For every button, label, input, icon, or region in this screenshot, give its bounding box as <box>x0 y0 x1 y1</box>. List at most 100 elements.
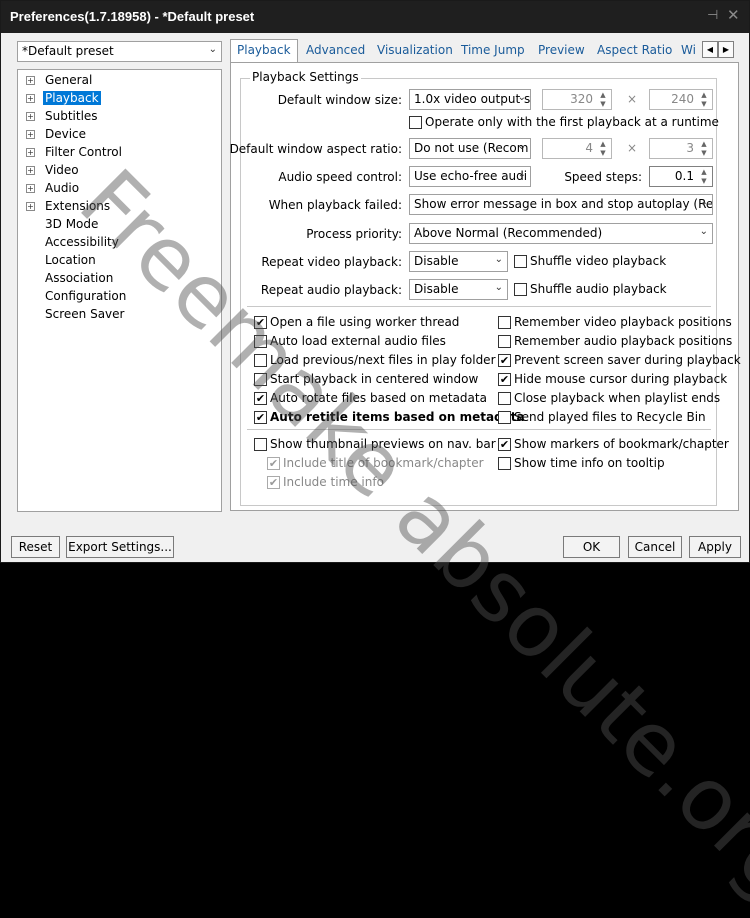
aspect-ratio-value: Do not use (Recom <box>414 141 529 155</box>
window-title: Preferences(1.7.18958) - *Default preset <box>10 9 255 24</box>
tree-item-label: Location <box>45 253 96 267</box>
spin-arrows-icon[interactable]: ▲ ▼ <box>698 168 710 186</box>
repeat-audio-dropdown[interactable]: Disable ⌄ <box>409 279 508 300</box>
checkbox-box[interactable] <box>514 283 527 296</box>
checkbox-box[interactable] <box>254 354 267 367</box>
tree-item-label: Configuration <box>45 289 127 303</box>
checkbox-label: Include title of bookmark/chapter <box>283 456 484 470</box>
checkbox-label: Show time info on tooltip <box>514 456 665 470</box>
checkbox-label: Auto retitle items based on metadata <box>270 410 525 424</box>
expand-icon[interactable]: + <box>26 148 35 157</box>
reset-button[interactable]: Reset <box>11 536 60 558</box>
export-settings-button[interactable]: Export Settings... <box>66 536 174 558</box>
window-width-spinner[interactable]: 320 ▲ ▼ <box>542 89 612 110</box>
checkbox-label: Remember audio playback positions <box>514 334 733 348</box>
tab-partial[interactable]: Wi <box>681 43 696 57</box>
checkbox-box[interactable] <box>254 438 267 451</box>
checkbox-label: Show markers of bookmark/chapter <box>514 437 729 451</box>
playback-failed-value: Show error message in box and stop autop… <box>414 197 713 211</box>
chevron-down-icon: ⌄ <box>517 141 526 152</box>
spin-arrows-icon[interactable]: ▲ ▼ <box>597 91 609 109</box>
checkbox-box[interactable] <box>254 373 267 386</box>
chevron-down-icon: ⌄ <box>699 197 708 208</box>
checkbox-box[interactable] <box>254 335 267 348</box>
checkbox-label: Show thumbnail previews on nav. bar <box>270 437 496 451</box>
tab-visualization[interactable]: Visualization <box>377 43 453 57</box>
tab-scroll-right-icon[interactable]: ▶ <box>718 41 734 58</box>
checkbox-box[interactable]: ✔ <box>254 316 267 329</box>
category-tree[interactable]: + General + Playback + Subtitles + Device + Filte… <box>17 69 222 512</box>
checkbox-box[interactable] <box>409 116 422 129</box>
default-window-size-label: Default window size: <box>277 93 402 107</box>
preset-dropdown[interactable]: *Default preset ⌄ <box>17 41 222 62</box>
tree-item-label: Video <box>45 163 79 177</box>
window-height-spinner[interactable]: 240 ▲ ▼ <box>649 89 713 110</box>
checkbox-box[interactable]: ✔ <box>254 392 267 405</box>
speed-steps-spinner[interactable]: 0.1 ▲ ▼ <box>649 166 713 187</box>
tree-item-label: Playback <box>43 91 101 105</box>
checkbox-box[interactable]: ✔ <box>267 476 280 489</box>
aspect-y-spinner[interactable]: 3 ▲ ▼ <box>649 138 713 159</box>
tree-item-label: Association <box>45 271 114 285</box>
checkbox-label: Operate only with the first playback at … <box>425 115 719 129</box>
audio-speed-dropdown[interactable]: Use echo-free audi ⌄ <box>409 166 531 187</box>
apply-button[interactable]: Apply <box>689 536 741 558</box>
checkbox-label: Load previous/next files in play folder <box>270 353 496 367</box>
checkbox-label: Shuffle audio playback <box>530 282 667 296</box>
checkbox-label: Auto rotate files based on metadata <box>270 391 487 405</box>
checkbox-label: Remember video playback positions <box>514 315 732 329</box>
expand-icon[interactable]: + <box>26 184 35 193</box>
audio-speed-value: Use echo-free audi <box>414 169 528 183</box>
tab-aspect-ratio[interactable]: Aspect Ratio <box>597 43 672 57</box>
close-icon[interactable]: ✕ <box>727 6 740 24</box>
expand-icon[interactable]: + <box>26 202 35 211</box>
checkbox-label: Shuffle video playback <box>530 254 667 268</box>
divider <box>247 429 711 430</box>
expand-icon[interactable]: + <box>26 76 35 85</box>
checkbox-label: Send played files to Recycle Bin <box>514 410 706 424</box>
default-window-size-value: 1.0x video output s <box>414 92 531 106</box>
aspect-ratio-label: Default window aspect ratio: <box>229 142 402 156</box>
default-window-size-dropdown[interactable]: 1.0x video output s ⌄ <box>409 89 531 110</box>
checkbox-box[interactable]: ✔ <box>267 457 280 470</box>
expand-icon[interactable]: + <box>26 94 35 103</box>
checkbox-box[interactable] <box>498 392 511 405</box>
title-bar[interactable]: Preferences(1.7.18958) - *Default preset… <box>1 1 749 33</box>
checkbox-box[interactable] <box>498 335 511 348</box>
aspect-x-spinner[interactable]: 4 ▲ ▼ <box>542 138 612 159</box>
checkbox-box[interactable]: ✔ <box>498 373 511 386</box>
expand-icon[interactable]: + <box>26 166 35 175</box>
checkbox-box[interactable]: ✔ <box>254 411 267 424</box>
tab-scroll-left-icon[interactable]: ◀ <box>702 41 718 58</box>
tab-preview[interactable]: Preview <box>538 43 585 57</box>
checkbox-box[interactable] <box>498 457 511 470</box>
tab-time-jump[interactable]: Time Jump <box>461 43 525 57</box>
tab-bar: Playback Advanced Visualization Time Jum… <box>230 39 740 63</box>
checkbox-label: Prevent screen saver during playback <box>514 353 741 367</box>
checkbox-box[interactable] <box>514 255 527 268</box>
expand-icon[interactable]: + <box>26 130 35 139</box>
repeat-video-dropdown[interactable]: Disable ⌄ <box>409 251 508 272</box>
pin-icon[interactable]: ⊣ <box>707 8 718 23</box>
checkbox-label: Start playback in centered window <box>270 372 479 386</box>
spin-arrows-icon[interactable]: ▲ ▼ <box>597 140 609 158</box>
checkbox-box[interactable] <box>498 316 511 329</box>
tab-playback[interactable]: Playback <box>230 39 298 63</box>
checkbox-box[interactable]: ✔ <box>498 354 511 367</box>
window-height-value: 240 <box>671 92 694 106</box>
aspect-ratio-dropdown[interactable]: Do not use (Recom ⌄ <box>409 138 531 159</box>
repeat-video-value: Disable <box>414 254 459 268</box>
expand-icon[interactable]: + <box>26 112 35 121</box>
spin-arrows-icon[interactable]: ▲ ▼ <box>698 91 710 109</box>
tab-advanced[interactable]: Advanced <box>306 43 365 57</box>
process-priority-dropdown[interactable]: Above Normal (Recommended) ⌄ <box>409 223 713 244</box>
spin-arrows-icon[interactable]: ▲ ▼ <box>698 140 710 158</box>
divider <box>247 306 711 307</box>
cancel-button[interactable]: Cancel <box>628 536 682 558</box>
checkbox-box[interactable] <box>498 411 511 424</box>
chevron-down-icon: ⌄ <box>517 92 526 103</box>
ok-button[interactable]: OK <box>563 536 620 558</box>
playback-failed-dropdown[interactable]: Show error message in box and stop autop… <box>409 194 713 215</box>
checkbox-box[interactable]: ✔ <box>498 438 511 451</box>
chevron-down-icon: ⌄ <box>494 282 503 293</box>
